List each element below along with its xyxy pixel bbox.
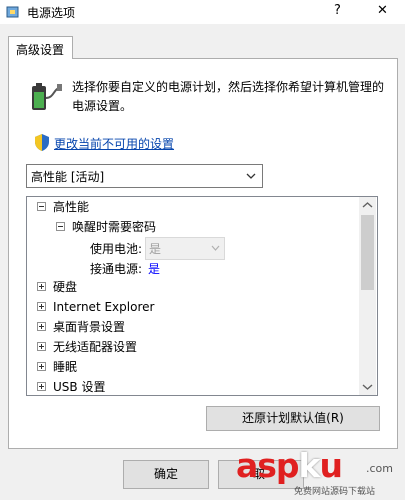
ok-button[interactable]: 确定 [123,460,209,489]
tree-label: USB 设置 [53,380,106,394]
expand-toggle[interactable] [37,382,46,391]
on-battery-value: 是 [149,242,162,256]
intro-text: 选择你要自定义的电源计划，然后选择你希望计算机管理的电源设置。 [72,80,385,113]
scroll-up-icon[interactable] [359,197,376,214]
window-title: 电源选项 [27,6,76,20]
scrollbar-thumb[interactable] [361,215,374,290]
tree-scrollbar[interactable] [359,197,376,395]
tab-label: 高级设置 [16,43,65,57]
collapse-toggle[interactable] [37,202,46,211]
tree-label: 睡眠 [53,360,78,374]
chevron-down-icon [211,245,220,251]
watermark-subtitle: 免费网站源码下载站 [294,487,376,497]
change-unavailable-settings-link[interactable]: 更改当前不可用的设置 [54,135,174,152]
title-bar: 电源选项 ? ✕ [0,0,405,24]
watermark-tld: .com [366,462,393,475]
tree-label: 高性能 [53,200,90,214]
plugged-in-value[interactable]: 是 [148,260,160,277]
help-button[interactable]: ? [315,0,360,24]
tree-label: 硬盘 [53,280,78,294]
watermark-logo: aspku [236,446,343,485]
power-plan-select[interactable]: 高性能 [活动] [26,164,263,188]
on-battery-label: 使用电池: [90,242,143,256]
expand-toggle[interactable] [37,322,46,331]
chevron-down-icon [246,173,256,179]
expand-toggle[interactable] [37,362,46,371]
plugged-in-label: 接通电源: [90,262,143,276]
tab-advanced-settings[interactable]: 高级设置 [8,36,73,59]
power-plan-value: 高性能 [活动] [31,170,105,184]
expand-toggle[interactable] [37,342,46,351]
settings-tree[interactable]: 高性能 唤醒时需要密码 使用电池: 是 接通电源: 是 硬盘 Internet … [26,196,378,396]
scroll-down-icon[interactable] [359,378,376,395]
watermark: aspku .com 免费网站源码下载站 [236,446,405,500]
close-button[interactable]: ✕ [360,0,405,24]
uac-shield-icon [35,134,49,151]
power-options-app-icon [6,6,19,18]
expand-toggle[interactable] [37,302,46,311]
battery-plug-icon [32,83,62,110]
restore-plan-defaults-button[interactable]: 还原计划默认值(R) [206,406,380,431]
tree-label: 无线适配器设置 [53,340,138,354]
tree-label: 唤醒时需要密码 [72,220,157,234]
tree-label: Internet Explorer [53,300,155,314]
tree-label: 桌面背景设置 [53,320,126,334]
on-battery-combo: 是 [145,237,225,260]
collapse-toggle[interactable] [56,222,65,231]
expand-toggle[interactable] [37,282,46,291]
